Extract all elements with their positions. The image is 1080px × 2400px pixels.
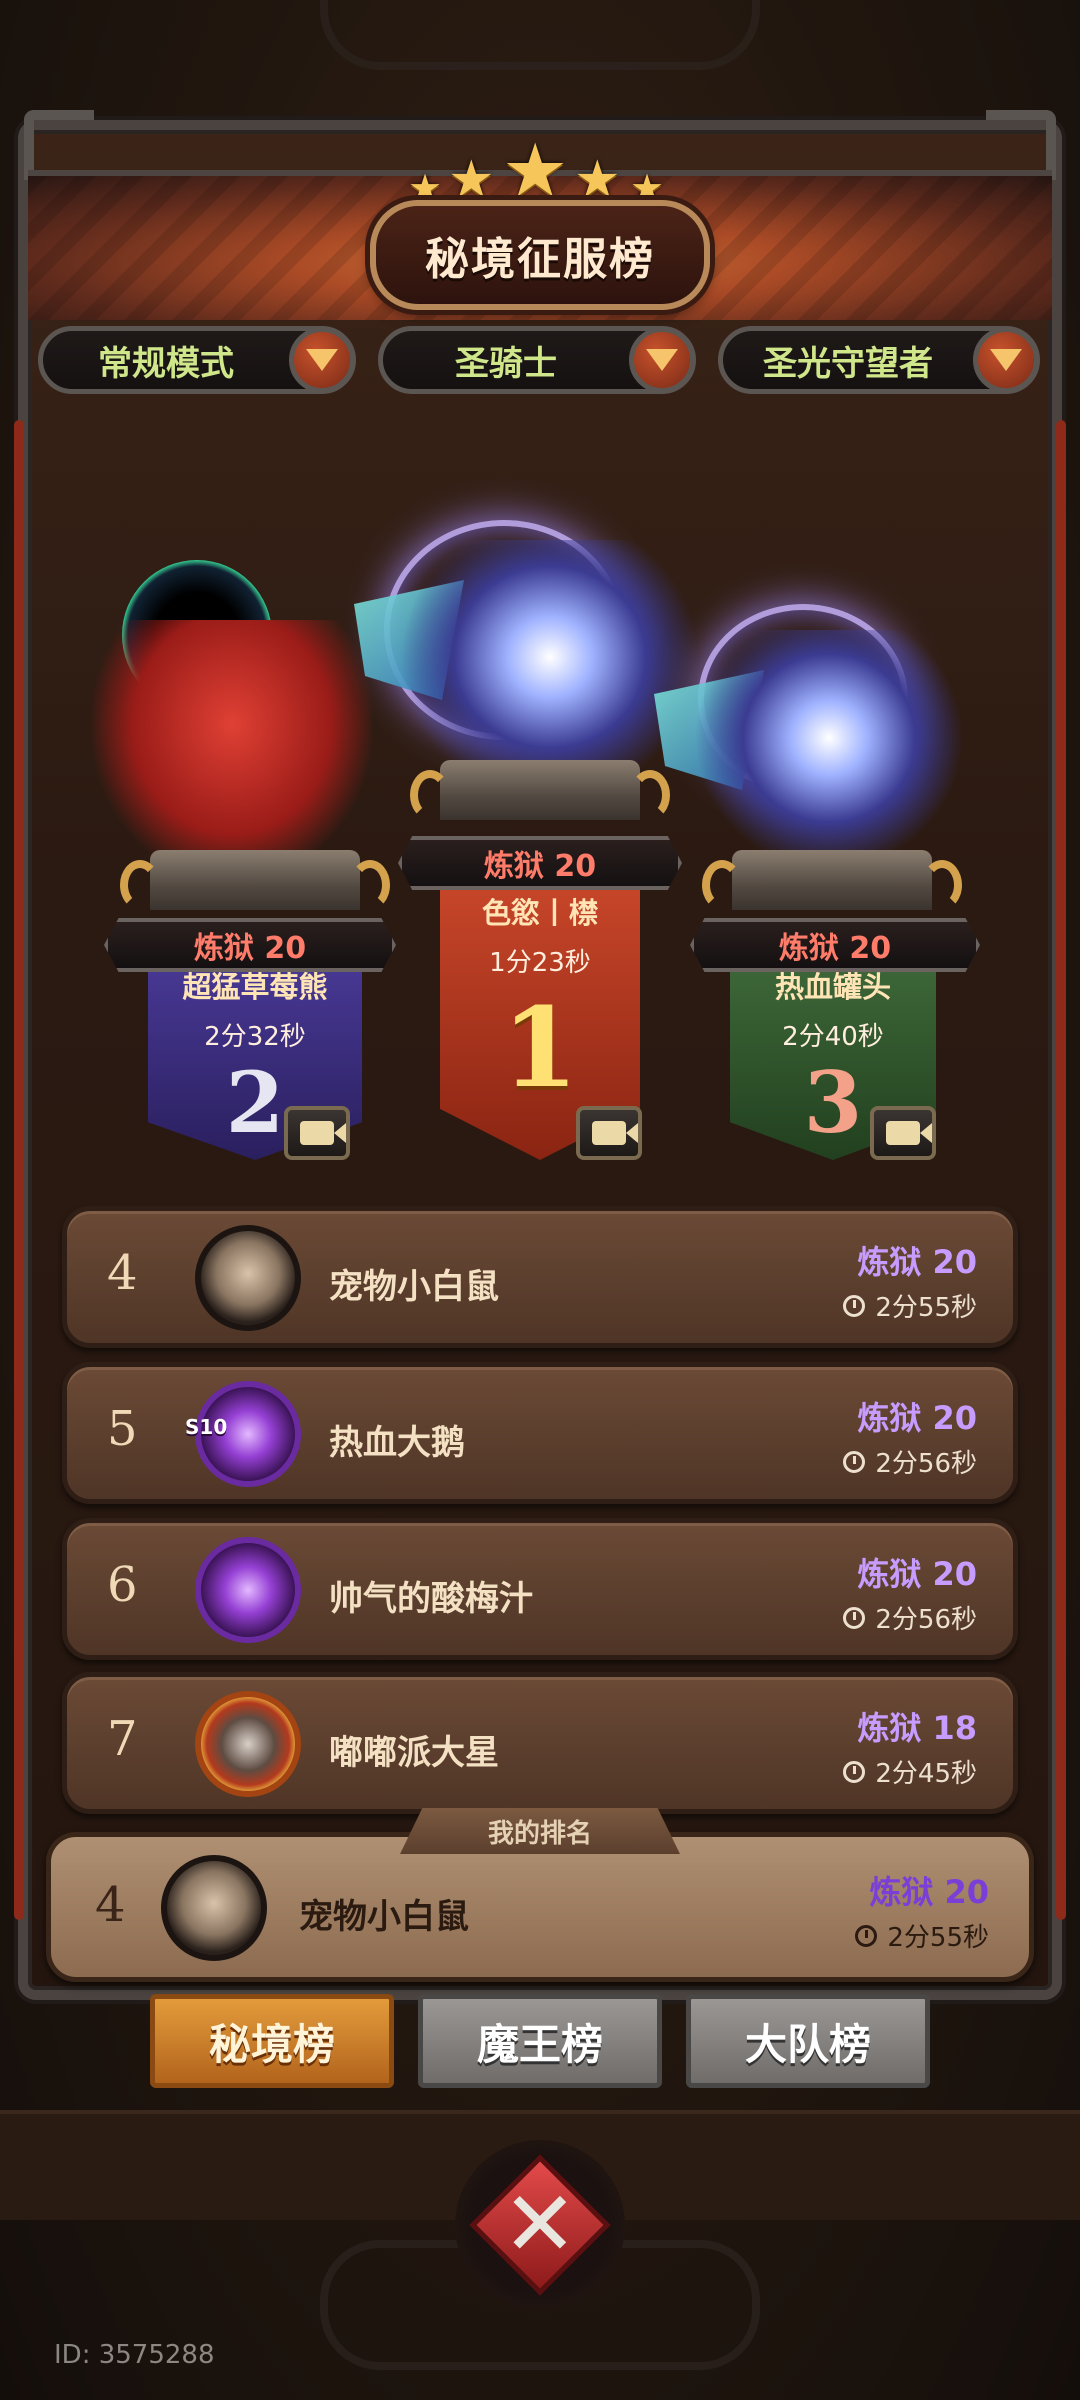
- player-avatar: [195, 1691, 301, 1797]
- top-ornament: [320, 0, 760, 70]
- rank-number-3: 3: [803, 1053, 863, 1152]
- mode-filter-label: 常规模式: [98, 343, 234, 384]
- row-player-name: 帅气的酸梅汁: [329, 1579, 533, 1619]
- my-time-value: 2分55秒: [887, 1923, 989, 1953]
- pedestal-rank-1: [410, 760, 670, 840]
- row-time: 2分45秒: [843, 1753, 977, 1790]
- clear-time-rank-2: 2分32秒: [204, 1022, 306, 1052]
- chevron-down-icon[interactable]: [973, 327, 1039, 393]
- tab-demon-king[interactable]: 魔王榜: [418, 1994, 662, 2088]
- close-icon: ✕: [502, 2171, 578, 2277]
- replay-video-button-rank-1[interactable]: [576, 1106, 642, 1160]
- class-filter-dropdown[interactable]: 圣骑士: [378, 326, 696, 394]
- row-rank: 7: [107, 1711, 138, 1767]
- row-time: 2分55秒: [843, 1287, 977, 1324]
- replay-video-button-rank-3[interactable]: [870, 1106, 936, 1160]
- frame-left-stripe: [14, 420, 24, 1920]
- hero-rank-2[interactable]: [92, 620, 372, 880]
- row-time-value: 2分56秒: [875, 1605, 977, 1635]
- player-id: ID: 3575288: [54, 2340, 215, 2370]
- row-time-value: 2分56秒: [875, 1449, 977, 1479]
- row-difficulty: 炼狱 18: [857, 1709, 977, 1747]
- my-rank-number: 4: [95, 1877, 126, 1933]
- chevron-down-icon[interactable]: [289, 327, 355, 393]
- title-plate: 秘境征服榜: [370, 200, 710, 310]
- rank-number-1: 1: [501, 983, 579, 1112]
- clear-time-rank-1: 1分23秒: [489, 948, 591, 978]
- row-time-value: 2分55秒: [875, 1293, 977, 1323]
- replay-video-button-rank-2[interactable]: [284, 1106, 350, 1160]
- rank-number-2: 2: [225, 1053, 285, 1152]
- row-player-name: 宠物小白鼠: [329, 1267, 499, 1307]
- row-player-name: 热血大鹅: [329, 1423, 465, 1463]
- video-camera-icon: [592, 1121, 638, 1145]
- ranking-row[interactable]: 4 宠物小白鼠 炼狱 20 2分55秒: [62, 1206, 1018, 1348]
- row-time: 2分56秒: [843, 1599, 977, 1636]
- row-time-value: 2分45秒: [875, 1759, 977, 1789]
- row-player-name: 嘟嘟派大星: [329, 1733, 499, 1773]
- close-button[interactable]: ✕: [455, 2140, 625, 2310]
- hero-rank-3[interactable]: [694, 630, 964, 870]
- row-time: 2分56秒: [843, 1443, 977, 1480]
- player-name-rank-1: 色慾丨㯲: [481, 896, 598, 930]
- row-difficulty: 炼狱 20: [857, 1399, 977, 1437]
- my-avatar: [161, 1855, 267, 1961]
- mode-filter-dropdown[interactable]: 常规模式: [38, 326, 356, 394]
- chevron-down-icon[interactable]: [629, 327, 695, 393]
- clock-icon: [843, 1606, 866, 1629]
- player-avatar: [195, 1537, 301, 1643]
- clock-icon: [855, 1924, 878, 1947]
- ranking-row[interactable]: 7 嘟嘟派大星 炼狱 18 2分45秒: [62, 1672, 1018, 1814]
- my-difficulty: 炼狱 20: [869, 1873, 989, 1911]
- frame-right-stripe: [1056, 420, 1066, 1920]
- difficulty-label-rank-1: 炼狱 20: [398, 836, 682, 890]
- tab-team[interactable]: 大队榜: [686, 1994, 930, 2088]
- class-filter-label: 圣骑士: [455, 343, 557, 384]
- clock-icon: [843, 1760, 866, 1783]
- spec-filter-dropdown[interactable]: 圣光守望者: [718, 326, 1040, 394]
- my-player-name: 宠物小白鼠: [299, 1897, 469, 1937]
- clock-icon: [843, 1294, 866, 1317]
- player-avatar: [195, 1225, 301, 1331]
- clear-time-rank-3: 2分40秒: [782, 1022, 884, 1052]
- avatar-badge: S10: [185, 1415, 228, 1439]
- tab-secret-realm[interactable]: 秘境榜: [150, 1994, 394, 2088]
- row-difficulty: 炼狱 20: [857, 1243, 977, 1281]
- my-time: 2分55秒: [855, 1917, 989, 1954]
- spec-filter-label: 圣光守望者: [763, 343, 933, 384]
- row-rank: 5: [107, 1401, 138, 1457]
- clock-icon: [843, 1450, 866, 1473]
- ranking-row[interactable]: 5 S10 热血大鹅 炼狱 20 2分56秒: [62, 1362, 1018, 1504]
- video-camera-icon: [886, 1121, 932, 1145]
- difficulty-label-rank-2: 炼狱 20: [104, 918, 396, 972]
- row-rank: 6: [107, 1557, 138, 1613]
- row-difficulty: 炼狱 20: [857, 1555, 977, 1593]
- my-rank-label: 我的排名: [400, 1808, 680, 1854]
- page-title: 秘境征服榜: [425, 234, 655, 285]
- row-rank: 4: [107, 1245, 138, 1301]
- ranking-row[interactable]: 6 帅气的酸梅汁 炼狱 20 2分56秒: [62, 1518, 1018, 1660]
- video-camera-icon: [300, 1121, 346, 1145]
- difficulty-label-rank-3: 炼狱 20: [690, 918, 980, 972]
- close-gem: ✕: [469, 2154, 611, 2296]
- my-rank-row[interactable]: 4 宠物小白鼠 炼狱 20 2分55秒: [46, 1832, 1034, 1982]
